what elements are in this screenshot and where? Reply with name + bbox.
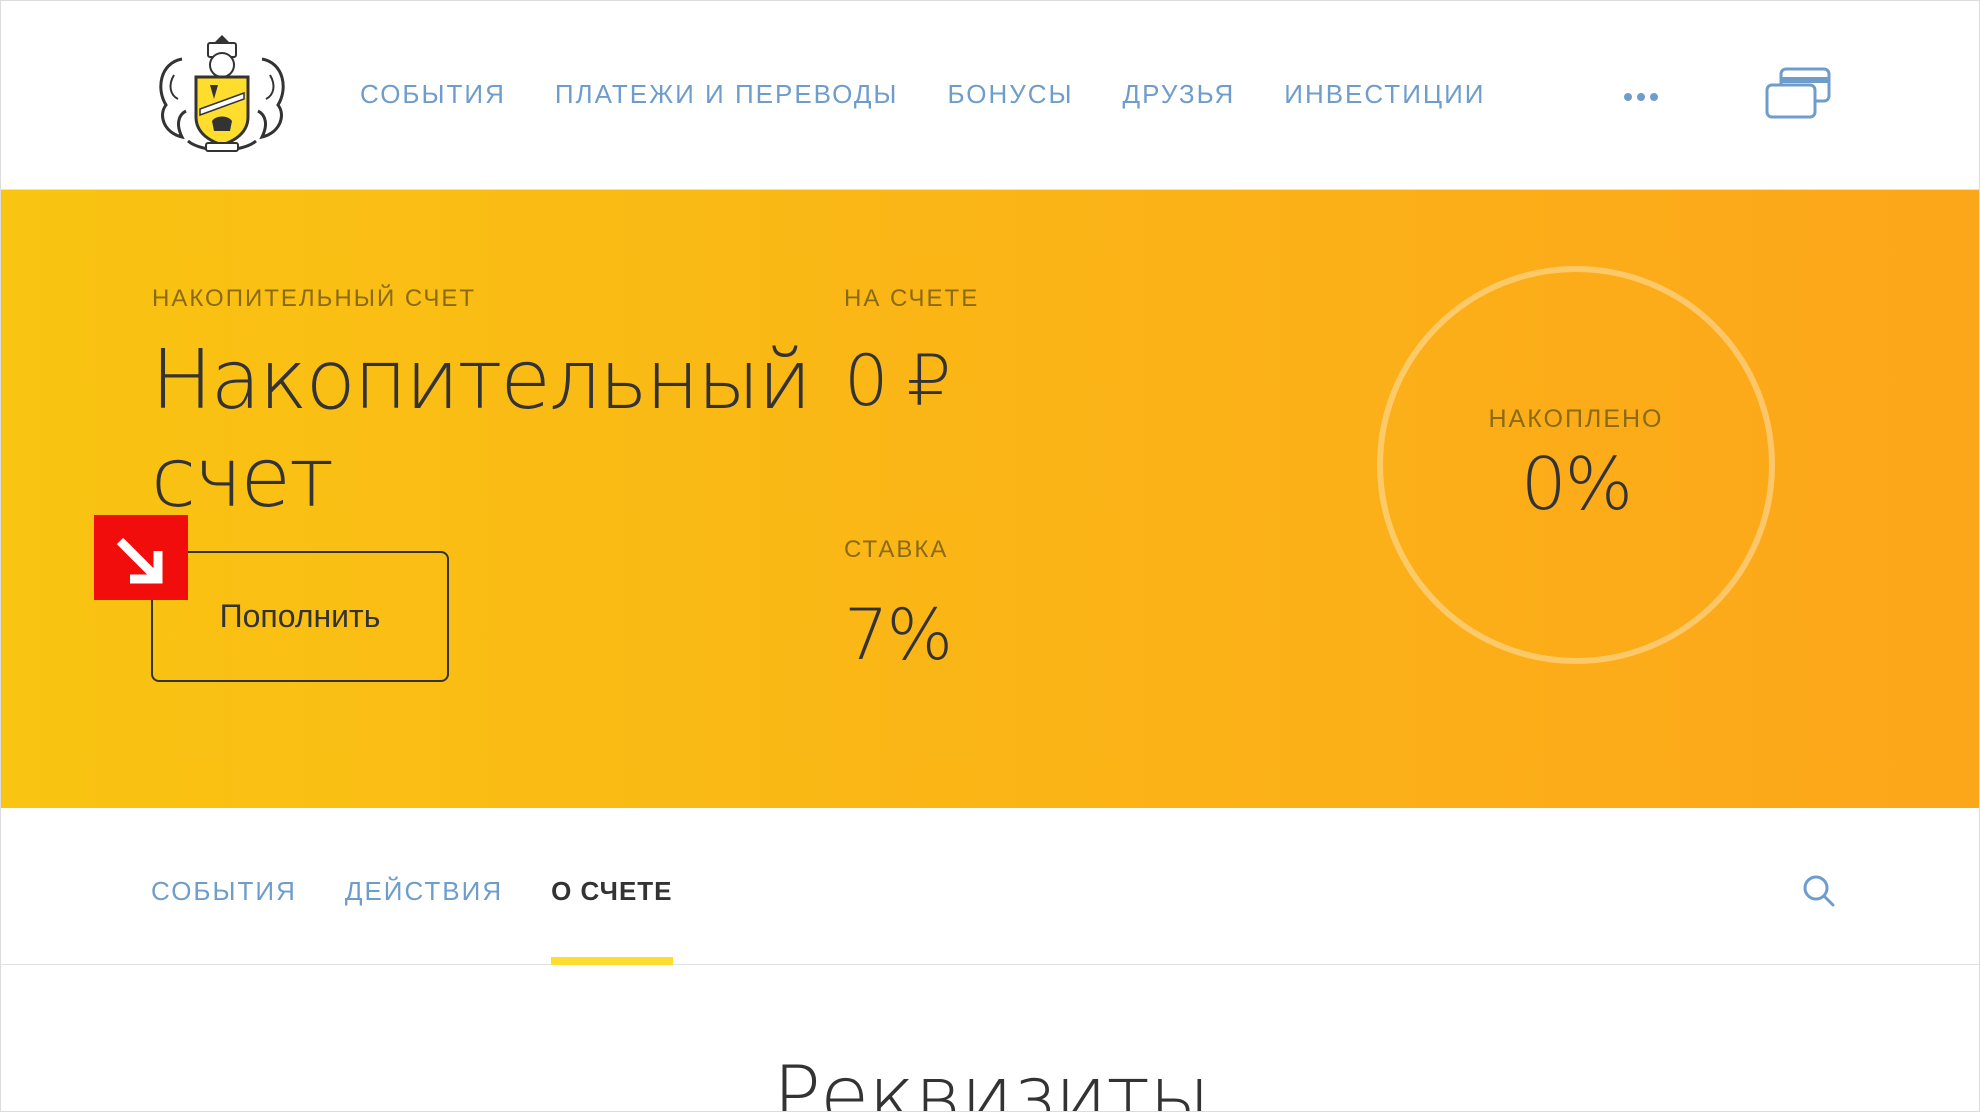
dot	[1624, 93, 1632, 101]
nav-investments[interactable]: ИНВЕСТИЦИИ	[1284, 79, 1485, 110]
accumulated-label: НАКОПЛЕНО	[1488, 405, 1664, 433]
balance-value: 0 ₽	[844, 340, 951, 422]
bank-logo[interactable]	[152, 29, 292, 157]
search-icon[interactable]	[1802, 874, 1836, 908]
account-title: Накопительный счет	[151, 333, 812, 526]
account-tabs: СОБЫТИЯ ДЕЙСТВИЯ О СЧЕТЕ	[151, 876, 673, 965]
balance-label: НА СЧЕТЕ	[844, 285, 980, 312]
main-nav: СОБЫТИЯ ПЛАТЕЖИ И ПЕРЕВОДЫ БОНУСЫ ДРУЗЬЯ…	[360, 79, 1486, 110]
app-frame: СОБЫТИЯ ПЛАТЕЖИ И ПЕРЕВОДЫ БОНУСЫ ДРУЗЬЯ…	[0, 0, 1980, 1112]
dot	[1650, 93, 1658, 101]
rate-label: СТАВКА	[844, 536, 949, 563]
more-dots-icon[interactable]	[1624, 93, 1658, 101]
arrow-down-right-icon	[94, 515, 188, 600]
tab-actions[interactable]: ДЕЙСТВИЯ	[345, 876, 503, 965]
topup-button[interactable]: Пополнить	[151, 551, 449, 682]
tab-about-account[interactable]: О СЧЕТЕ	[551, 876, 673, 965]
tab-events[interactable]: СОБЫТИЯ	[151, 876, 297, 965]
header: СОБЫТИЯ ПЛАТЕЖИ И ПЕРЕВОДЫ БОНУСЫ ДРУЗЬЯ…	[1, 1, 1979, 190]
section-title-requisites: Реквизиты	[772, 1049, 1211, 1112]
nav-friends[interactable]: ДРУЗЬЯ	[1123, 79, 1236, 110]
accumulated-value: 0%	[1520, 442, 1633, 526]
dot	[1637, 93, 1645, 101]
rate-value: 7%	[844, 594, 953, 676]
nav-bonuses[interactable]: БОНУСЫ	[947, 79, 1073, 110]
account-type-label: НАКОПИТЕЛЬНЫЙ СЧЕТ	[152, 285, 477, 312]
account-tabs-bar: СОБЫТИЯ ДЕЙСТВИЯ О СЧЕТЕ	[1, 808, 1979, 965]
cards-icon[interactable]	[1765, 67, 1833, 123]
account-hero: НАКОПИТЕЛЬНЫЙ СЧЕТ Накопительный счет НА…	[1, 190, 1979, 808]
nav-events[interactable]: СОБЫТИЯ	[360, 79, 506, 110]
nav-payments-transfers[interactable]: ПЛАТЕЖИ И ПЕРЕВОДЫ	[555, 79, 899, 110]
